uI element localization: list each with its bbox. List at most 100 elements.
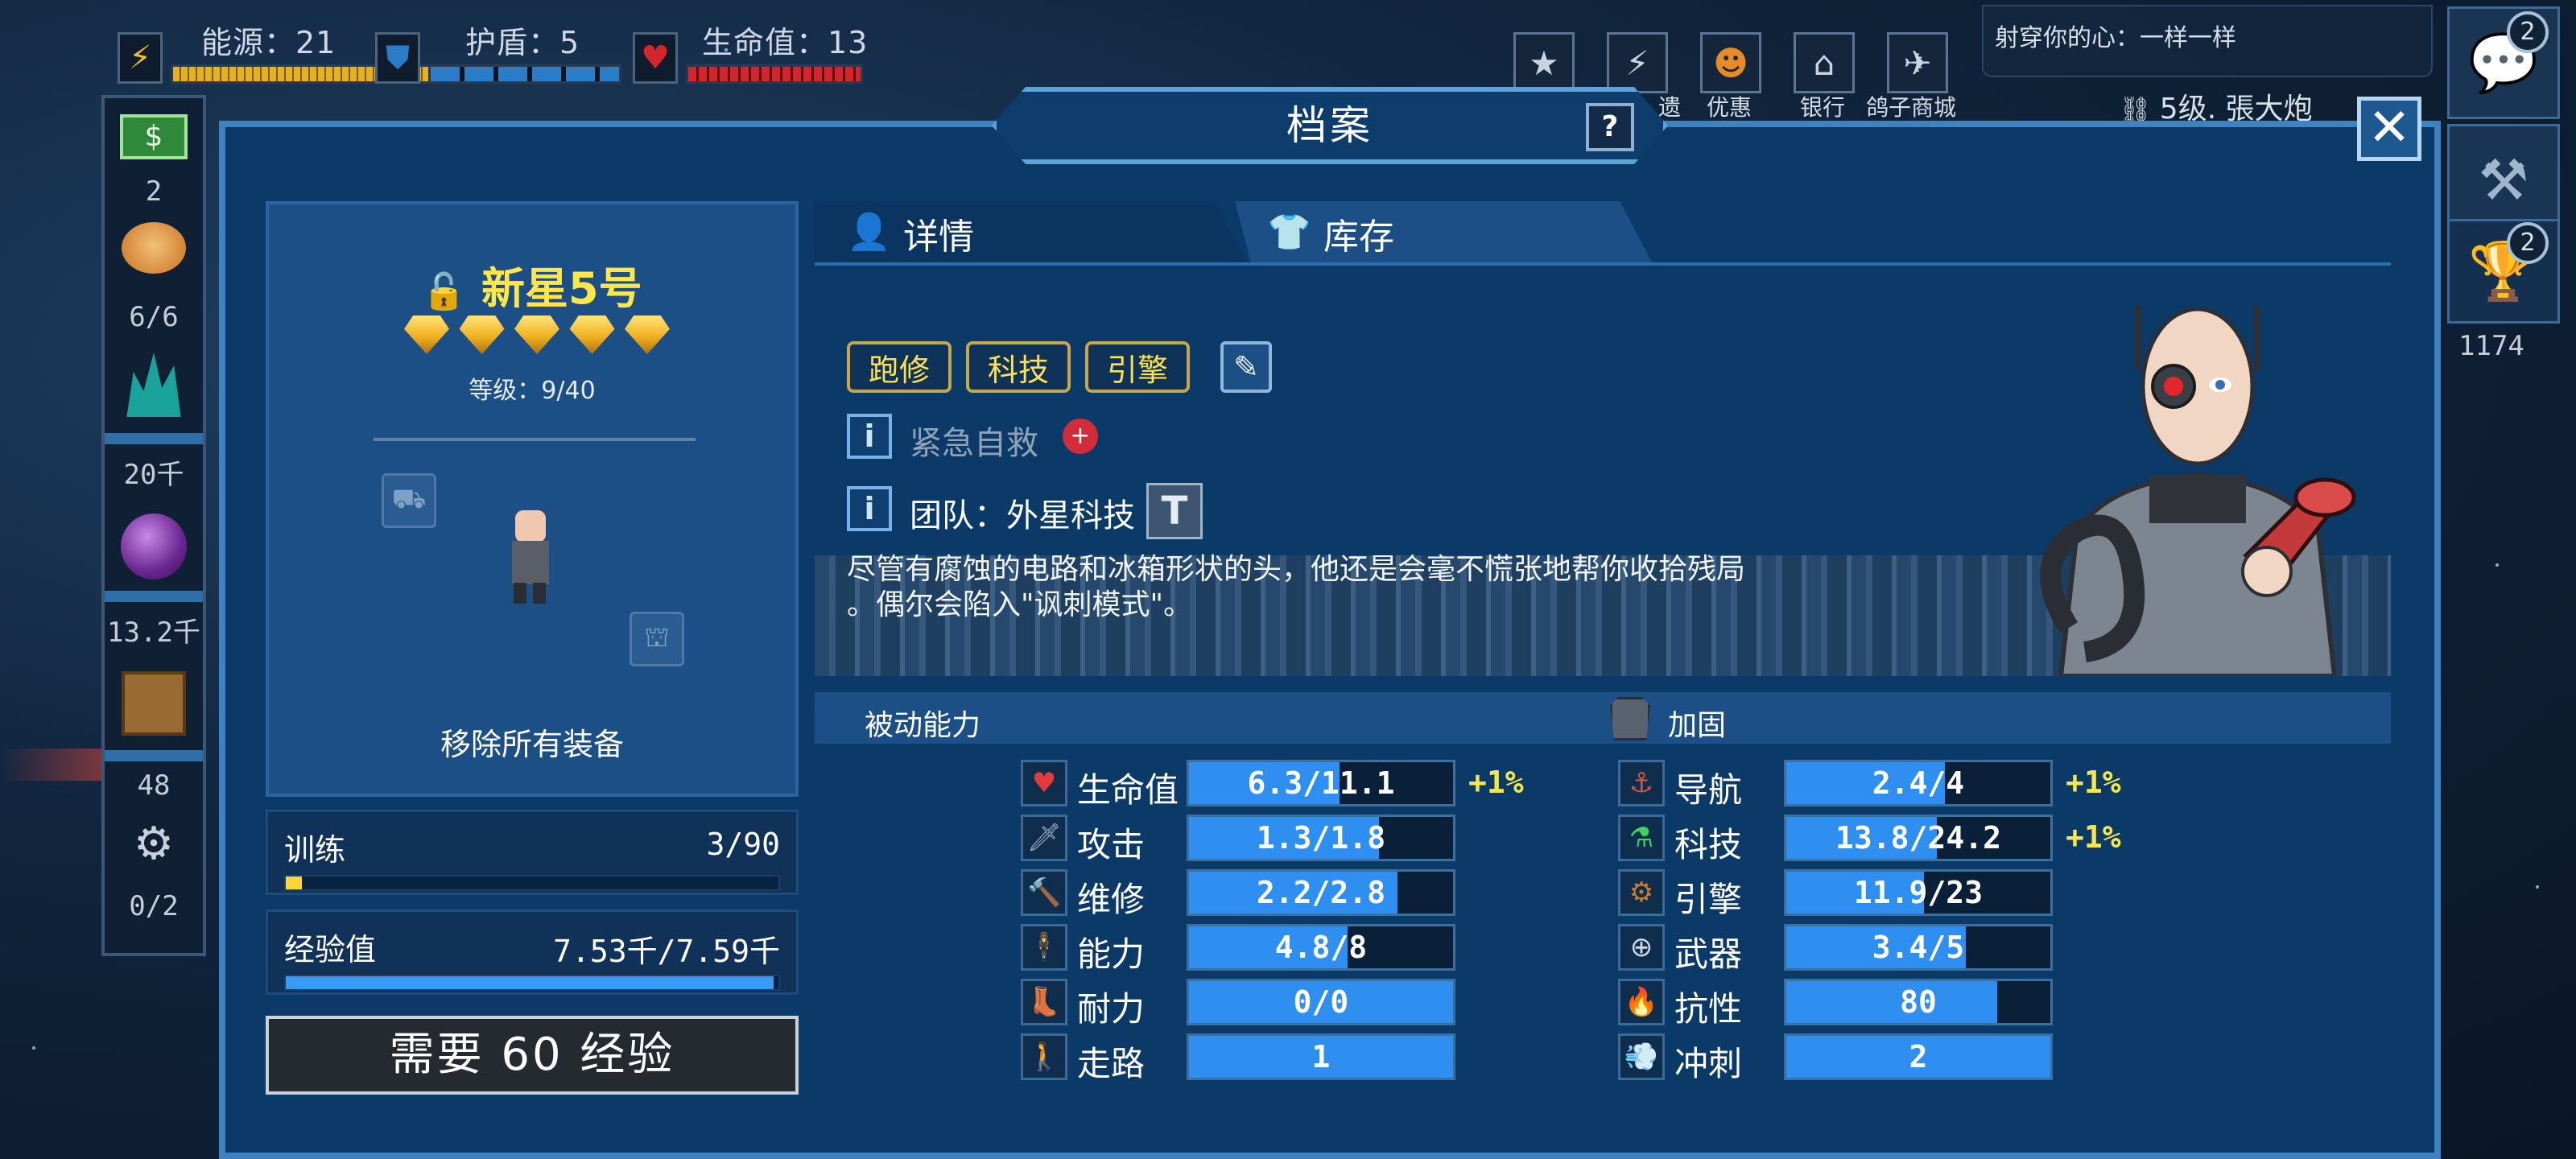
tab-inventory[interactable]: 👕 库存 [1235,201,1653,266]
description-line-2: 。偶尔会陷入"讽刺模式"。 [847,588,1193,621]
stats_left-stat-label: 生命值 [1077,770,1179,810]
stats-header [815,692,2391,744]
stats_right-stat-bonus: +1% [2066,819,2121,855]
stats_left-stat-row: 🚶 走路 1 [1021,1033,1600,1083]
gem-icon [514,316,559,354]
divider [105,433,203,444]
armor-vest-icon [1610,697,1650,740]
armor-slot[interactable]: ⛫ [630,612,684,666]
edit-button[interactable]: ✎ [1220,341,1272,393]
message-box[interactable]: 射穿你的心：一样一样 [1982,5,2433,77]
pigeon-icon[interactable]: ✈ [1887,32,1948,93]
stats_right-stat-value: 13.8/24.2 [1835,820,2001,856]
cash-icon: $ [120,114,188,159]
hammer-icon: 🔨 [1021,869,1067,916]
box-button[interactable] [105,671,203,736]
xp-label: 经验值 [284,932,377,967]
weapon-slot[interactable]: ⛟ [382,473,436,528]
health-indicator: ♥ 生命值：13 [633,16,882,84]
stats_left-stat-row: 👢 耐力 0/0 [1021,979,1600,1029]
tab-details[interactable]: 👤 详情 [815,201,1249,266]
lightning-badge-icon[interactable]: ⚡ [1607,32,1668,93]
boot-icon: 👢 [1021,979,1067,1025]
pencil-icon: ✎ [1233,349,1259,385]
training-value: 3/90 [706,827,780,862]
money-count: 2 [145,175,163,208]
dialog-title: 档案 [1286,102,1373,149]
help-button[interactable]: ? [1586,103,1634,151]
xp-progress-bar [284,975,780,991]
stats_left-stat-value: 4.8/8 [1274,930,1368,965]
stats_right-stat-label: 冲刺 [1674,1044,1743,1083]
heart-icon: ♥ [1021,760,1067,806]
crew-count: 6/6 [129,301,179,333]
info-icon[interactable]: i [847,486,892,531]
bank-icon[interactable]: ⌂ [1794,32,1855,93]
stats_left-stat-bar: 1.3/1.8 [1187,815,1455,861]
unlock-icon[interactable]: 🔓 [422,271,466,312]
star-badge-icon[interactable]: ★ [1513,32,1575,93]
stats_left-stat-bar: 2.2/2.8 [1187,869,1455,916]
crystal-button[interactable] [105,353,203,417]
gem-icon [459,316,505,354]
crew-sprite [504,510,555,604]
shirt-icon: 👕 [1267,212,1311,253]
divider [105,750,203,761]
top-menu-label-deals: 优惠 [1707,94,1752,121]
xp-value: 7.53千/7.59千 [553,934,780,969]
stats_right-stat-label: 导航 [1674,770,1743,810]
info-icon[interactable]: i [847,414,892,459]
money-button[interactable]: $ [105,114,203,159]
stats_left-stat-value: 1.3/1.8 [1256,820,1386,856]
chat-badge: 2 [2507,11,2549,53]
rank-gems [404,316,670,364]
remove-all-equipment-button[interactable]: 移除所有装备 [269,720,795,764]
xp-box: 经验值 7.53千/7.59千 [266,909,799,995]
navigation-icon: ⚓ [1618,760,1665,806]
trophy-count: 1174 [2458,330,2524,362]
divider [105,591,203,602]
trait-chip-3: 引擎 [1085,341,1190,393]
orb-button[interactable] [105,514,203,580]
crew-level: 等级：9/40 [469,377,596,405]
alien-tech-icon: T [1146,483,1203,539]
stats_left-stat-bar: 0/0 [1187,979,1455,1025]
crew-description: 尽管有腐蚀的电路和冰箱形状的头，他还是会毫不慌张地帮你收拾残局 。偶尔会陷入"讽… [847,552,1893,623]
stats_right-stat-bar: 3.4/5 [1784,924,2053,971]
stats_right-stat-label: 引擎 [1674,880,1743,919]
drone-button[interactable]: ⚙ [105,816,203,872]
close-button[interactable]: ✕ [2357,97,2421,161]
shield-icon: ⛊ [375,32,420,84]
box-icon [122,671,186,736]
stats_right-stat-label: 科技 [1674,825,1743,864]
top-menu-label-bank: 银行 [1800,94,1846,121]
need-xp-button[interactable]: 需要 60 经验 [266,1016,799,1095]
tab-details-label: 详情 [903,217,974,258]
divider [374,438,696,441]
pumpkin-icon[interactable]: ☻ [1700,32,1761,93]
stats_left-stat-value: 6.3/11.1 [1247,765,1395,801]
stats_right-stat-row: 🔥 抗性 80 [1618,979,2198,1029]
hammer-icon: ⚒ [2478,147,2529,213]
walking-icon: 🚶 [1021,1033,1067,1080]
trophy-badge: 2 [2507,222,2549,264]
lightning-icon: ⚡ [118,32,163,84]
crew-button[interactable] [105,222,203,274]
person-card-icon: 👤 [847,212,891,253]
stats_right-stat-bar: 2.4/4 [1784,760,2053,806]
stats_left-stat-row: 🕴 能力 4.8/8 [1021,924,1600,974]
tab-inventory-label: 库存 [1323,217,1394,258]
trait-chip-2: 科技 [966,341,1071,393]
orb-icon [121,514,187,580]
stats_left-stat-value: 2.2/2.8 [1256,875,1386,910]
stats_left-stat-label: 攻击 [1077,825,1146,864]
stats_right-stat-label: 武器 [1674,934,1743,974]
crystal-icon [126,353,181,417]
stats_left-stat-value: 0/0 [1293,984,1349,1020]
stats_right-stat-row: ⚓ 导航 2.4/4 +1% [1618,760,2198,810]
stats_right-stat-bar: 2 [1784,1033,2053,1080]
energy-label: 能源：21 [201,25,336,60]
stats_left-stat-row: 🔨 维修 2.2/2.8 [1021,869,1600,919]
shield-label: 护盾：5 [465,25,580,60]
armor-slot-icon: ⛫ [644,621,670,654]
